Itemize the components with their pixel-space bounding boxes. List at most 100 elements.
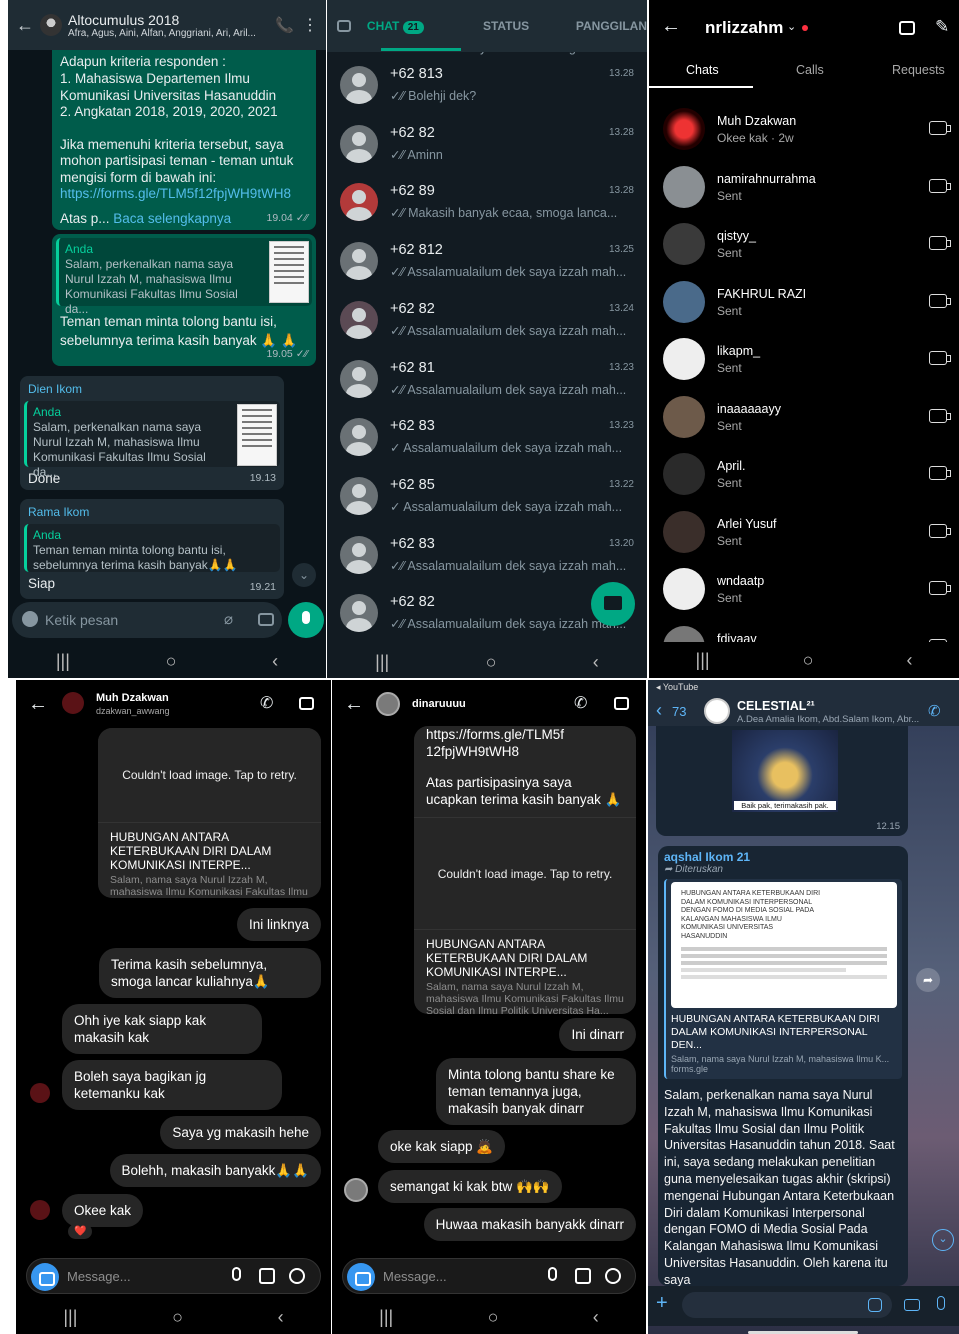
tab-calls[interactable]: PANGGILAN xyxy=(538,19,647,33)
back-icon[interactable]: ‹ xyxy=(906,650,912,671)
chat-row[interactable]: +62 82 13.24 ✓⁄⁄ Assalamualailum dek saya … xyxy=(327,291,647,349)
back-icon[interactable]: ‹ xyxy=(272,651,278,672)
account-username[interactable]: nrlizzahm xyxy=(705,18,783,38)
voice-record-button[interactable] xyxy=(288,602,324,638)
chat-row[interactable]: +62 81 13.23 ✓⁄⁄ Assalamualailum dek saya … xyxy=(327,350,647,408)
gallery-icon[interactable] xyxy=(575,1268,591,1284)
message-input-bar[interactable]: Ketik pesan ⌀ xyxy=(12,602,282,638)
camera-icon[interactable] xyxy=(929,293,951,308)
home-icon[interactable]: ○ xyxy=(166,651,177,672)
camera-icon[interactable] xyxy=(929,523,951,538)
contact-avatar[interactable] xyxy=(663,453,705,495)
microphone-icon[interactable] xyxy=(232,1267,241,1281)
contact-name[interactable]: dinaruuuu xyxy=(412,698,466,710)
unread-count[interactable]: 73 xyxy=(672,704,686,719)
video-call-icon[interactable] xyxy=(899,21,915,35)
new-chat-button[interactable] xyxy=(591,582,635,626)
scroll-down-button[interactable]: ⌄ xyxy=(292,563,316,587)
quoted-message[interactable]: Anda Salam, perkenalkan nama saya Nurul … xyxy=(24,400,280,479)
contact-avatar[interactable] xyxy=(340,476,378,515)
share-icon[interactable]: ➦ xyxy=(916,968,940,992)
quoted-message[interactable]: Anda Salam, perkenalkan nama saya Nurul … xyxy=(56,238,312,316)
contact-avatar[interactable] xyxy=(340,535,378,574)
sender-name[interactable]: aqshal Ikom 21 xyxy=(664,850,902,864)
contact-avatar[interactable] xyxy=(340,594,378,633)
microphone-icon[interactable] xyxy=(548,1267,557,1281)
tab-calls[interactable]: Calls xyxy=(796,63,824,77)
sticker-icon[interactable] xyxy=(289,1268,305,1284)
chat-row[interactable]: +62 83 13.20 ✓⁄⁄ Assalamualailum dek saya … xyxy=(327,526,647,584)
conversation-row[interactable]: Muh Dzakwan Okee kak · 2w xyxy=(649,101,959,158)
tab-chat[interactable]: CHAT 21 xyxy=(367,19,446,34)
contact-avatar[interactable] xyxy=(663,108,705,150)
camera-icon[interactable] xyxy=(929,121,951,135)
contact-avatar[interactable] xyxy=(663,395,705,438)
quoted-message[interactable]: Anda Teman teman minta tolong bantu isi,… xyxy=(24,523,280,572)
contact-avatar[interactable] xyxy=(663,568,705,610)
home-icon[interactable]: ○ xyxy=(486,652,497,673)
contact-avatar[interactable] xyxy=(663,280,705,323)
message-input[interactable]: Message... xyxy=(67,1269,131,1284)
compose-icon[interactable]: ✎ xyxy=(935,17,949,37)
conversation-row[interactable]: FAKHRUL RAZI Sent xyxy=(649,274,959,331)
conversation-row[interactable]: wndaatp Sent xyxy=(649,561,959,618)
contact-avatar[interactable] xyxy=(340,124,378,163)
add-call-icon[interactable]: ✆ xyxy=(928,702,941,720)
conversation-row[interactable]: qistyy_ Sent xyxy=(649,216,959,273)
praying-hands-image[interactable]: Baik pak, terimakasih pak. xyxy=(732,730,838,812)
message-input-bar[interactable]: Message... xyxy=(26,1258,321,1294)
video-call-icon[interactable] xyxy=(299,697,314,710)
recent-apps-icon[interactable]: ||| xyxy=(379,1307,393,1328)
group-avatar[interactable] xyxy=(40,14,62,36)
more-options-icon[interactable]: ⋮ xyxy=(302,15,318,35)
message-input[interactable]: Ketik pesan xyxy=(45,612,118,628)
video-call-icon[interactable] xyxy=(614,697,629,710)
camera-icon[interactable] xyxy=(347,1263,375,1291)
home-icon[interactable]: ○ xyxy=(803,650,814,671)
attach-plus-icon[interactable]: + xyxy=(656,1292,668,1315)
back-arrow-icon[interactable]: ← xyxy=(28,693,48,716)
camera-icon[interactable] xyxy=(929,236,951,250)
preview-image-placeholder[interactable]: Couldn't load image. Tap to retry. xyxy=(98,728,321,823)
recent-apps-icon[interactable]: ||| xyxy=(63,1307,77,1328)
camera-icon[interactable] xyxy=(904,1299,920,1311)
preview-image-placeholder[interactable]: Couldn't load image. Tap to retry. xyxy=(414,818,636,930)
chevron-down-icon[interactable]: ⌄ xyxy=(787,20,796,33)
recent-apps-icon[interactable]: ||| xyxy=(696,650,710,671)
link-preview-card[interactable]: Couldn't load image. Tap to retry. HUBUN… xyxy=(98,728,321,898)
gallery-icon[interactable] xyxy=(259,1268,275,1284)
sticker-icon[interactable] xyxy=(868,1298,882,1312)
emoji-icon[interactable] xyxy=(22,611,38,627)
back-arrow-icon[interactable]: ← xyxy=(16,15,34,36)
tg-input-bar[interactable]: + xyxy=(648,1286,959,1326)
link-preview[interactable]: HUBUNGAN ANTARA KETERBUKAAN DIRI DALAM K… xyxy=(664,879,902,1079)
back-arrow-icon[interactable]: ← xyxy=(661,15,681,38)
recent-apps-icon[interactable]: ||| xyxy=(56,651,70,672)
chat-row[interactable]: +62 813 13.28 ✓⁄⁄ Bolehji dek? xyxy=(327,56,647,114)
back-arrow-icon[interactable]: ‹ xyxy=(656,700,662,721)
contact-avatar[interactable] xyxy=(340,300,378,339)
avatar[interactable] xyxy=(376,692,400,716)
conversation-row[interactable]: inaaaaaayy Sent xyxy=(649,389,959,446)
attach-icon[interactable]: ⌀ xyxy=(224,610,233,628)
back-arrow-icon[interactable]: ← xyxy=(344,693,364,716)
contact-avatar[interactable] xyxy=(340,66,378,104)
chat-row[interactable]: +62 83 13.23 ✓ Assalamualailum dek saya iz… xyxy=(327,408,647,466)
back-icon[interactable]: ‹ xyxy=(593,652,599,673)
conversation-row[interactable]: namirahnurrahma Sent xyxy=(649,159,959,216)
chat-row[interactable]: +62 89 13.28 ✓⁄⁄ Makasih banyak ecaa, smog… xyxy=(327,173,647,231)
form-link[interactable]: https://forms.gle/TLM5f12fpjWH9tWH8 xyxy=(426,726,566,760)
camera-icon[interactable] xyxy=(929,178,951,193)
camera-tab-icon[interactable] xyxy=(337,20,351,32)
camera-icon[interactable] xyxy=(929,351,951,365)
home-icon[interactable]: ○ xyxy=(172,1307,183,1328)
recent-apps-icon[interactable]: ||| xyxy=(375,652,389,673)
group-title[interactable]: Altocumulus 2018 xyxy=(68,12,267,28)
contact-avatar[interactable] xyxy=(663,510,705,553)
chat-row[interactable]: +62 85 13.22 ✓ Assalamualailum dek saya iz… xyxy=(327,467,647,525)
back-icon[interactable]: ‹ xyxy=(278,1307,284,1328)
read-more-link[interactable]: Baca selengkapnya xyxy=(113,211,231,226)
contact-name[interactable]: Muh Dzakwan xyxy=(96,692,169,704)
back-icon[interactable]: ‹ xyxy=(593,1307,599,1328)
contact-avatar[interactable] xyxy=(663,223,705,265)
